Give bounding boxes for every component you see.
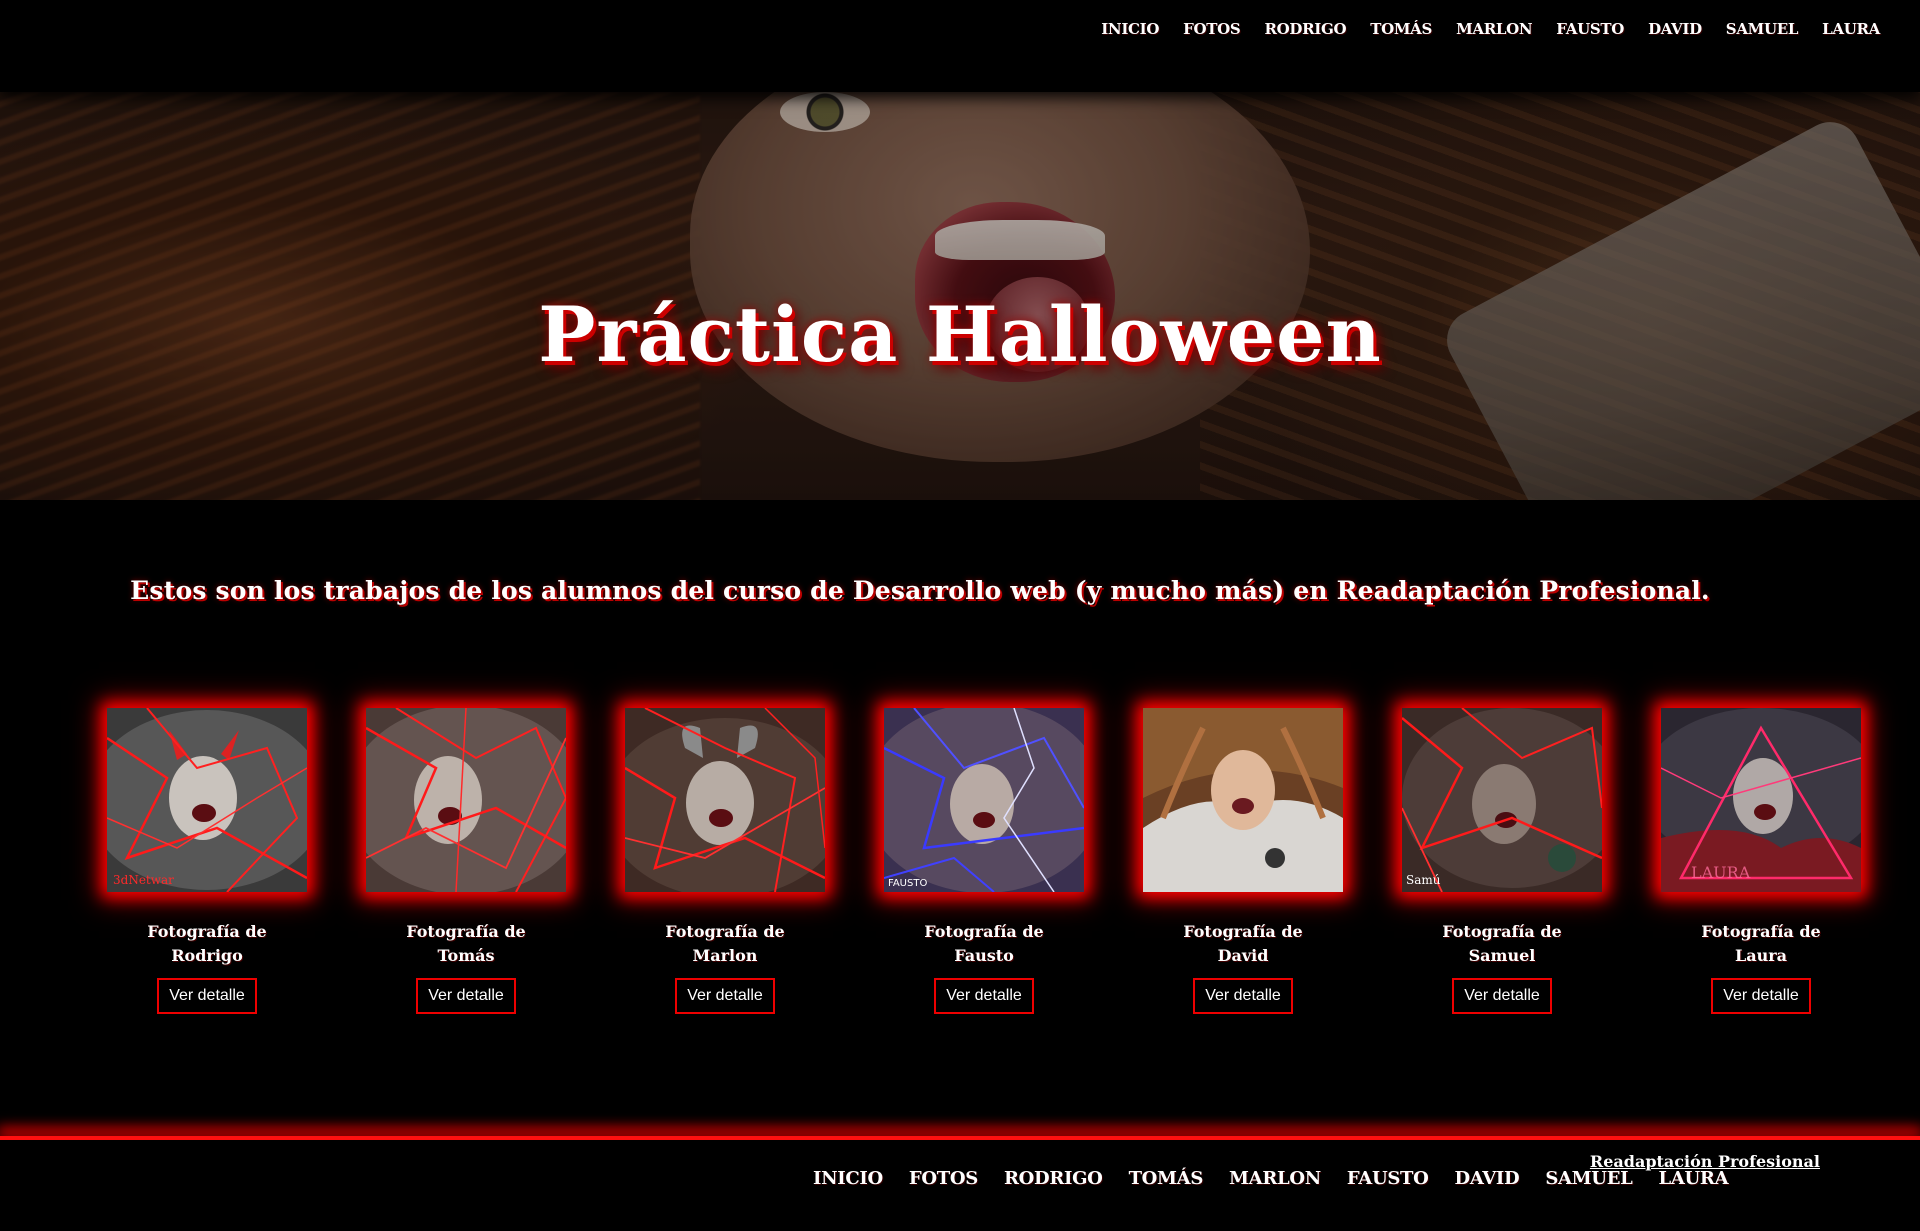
- gallery-card-tomas: Fotografía de Tomás Ver detalle: [366, 708, 566, 1014]
- nav-link-fotos[interactable]: Fotos: [1171, 18, 1252, 40]
- photo-caption-marlon: Fotografía de Marlon: [665, 922, 785, 965]
- view-detail-button-marlon[interactable]: Ver detalle: [675, 978, 775, 1014]
- footer-link-inicio[interactable]: Inicio: [800, 1168, 896, 1189]
- photo-caption-laura: Fotografía de Laura: [1701, 922, 1821, 965]
- photo-thumbnail-laura[interactable]: LAURA: [1661, 708, 1861, 892]
- photo-thumbnail-fausto[interactable]: FAUSTO: [884, 708, 1084, 892]
- photo-fausto-image: FAUSTO: [884, 708, 1084, 892]
- photo-caption-tomas: Fotografía de Tomás: [406, 922, 526, 965]
- view-detail-button-rodrigo[interactable]: Ver detalle: [157, 978, 257, 1014]
- footer-link-tomas[interactable]: Tomás: [1116, 1168, 1216, 1189]
- gallery-card-fausto: FAUSTO Fotografía de Fausto Ver detalle: [884, 708, 1084, 1014]
- gallery-card-rodrigo: 3dNetwar Fotografía de Rodrigo Ver detal…: [107, 708, 307, 1014]
- photo-watermark-laura: LAURA: [1691, 863, 1751, 882]
- photo-caption-samuel: Fotografía de Samuel: [1442, 922, 1562, 965]
- photo-watermark-samuel: Samú: [1406, 873, 1441, 887]
- nav-link-laura[interactable]: Laura: [1810, 18, 1892, 40]
- gallery-card-laura: LAURA Fotografía de Laura Ver detalle: [1661, 708, 1861, 1014]
- top-header: Inicio Fotos Rodrigo Tomás Marlon Fausto…: [0, 0, 1920, 92]
- photo-caption-fausto: Fotografía de Fausto: [924, 922, 1044, 965]
- gallery-card-marlon: Fotografía de Marlon Ver detalle: [625, 708, 825, 1014]
- view-detail-button-fausto[interactable]: Ver detalle: [934, 978, 1034, 1014]
- view-detail-button-laura[interactable]: Ver detalle: [1711, 978, 1811, 1014]
- photo-thumbnail-samuel[interactable]: Samú: [1402, 708, 1602, 892]
- photo-marlon-image: [625, 708, 825, 892]
- nav-link-samuel[interactable]: Samuel: [1714, 18, 1810, 40]
- top-nav: Inicio Fotos Rodrigo Tomás Marlon Fausto…: [1089, 18, 1892, 40]
- photo-laura-image: LAURA: [1661, 708, 1861, 892]
- footer-link-david[interactable]: David: [1442, 1168, 1533, 1189]
- photo-david-image: [1143, 708, 1343, 892]
- page-title: Práctica Halloween: [538, 290, 1382, 379]
- photo-watermark-fausto: FAUSTO: [888, 878, 927, 889]
- footer-link-fotos[interactable]: Fotos: [896, 1168, 991, 1189]
- photo-watermark-rodrigo: 3dNetwar: [113, 873, 174, 887]
- footer-nav: Inicio Fotos Rodrigo Tomás Marlon Fausto…: [800, 1168, 1741, 1189]
- photo-thumbnail-david[interactable]: [1143, 708, 1343, 892]
- nav-link-tomas[interactable]: Tomás: [1358, 18, 1444, 40]
- page-footer: Inicio Fotos Rodrigo Tomás Marlon Fausto…: [0, 1140, 1920, 1231]
- footer-link-fausto[interactable]: Fausto: [1334, 1168, 1442, 1189]
- photo-thumbnail-marlon[interactable]: [625, 708, 825, 892]
- nav-link-marlon[interactable]: Marlon: [1444, 18, 1544, 40]
- gallery-card-samuel: Samú Fotografía de Samuel Ver detalle: [1402, 708, 1602, 1014]
- photo-caption-rodrigo: Fotografía de Rodrigo: [147, 922, 267, 965]
- nav-link-david[interactable]: David: [1636, 18, 1714, 40]
- view-detail-button-david[interactable]: Ver detalle: [1193, 978, 1293, 1014]
- nav-link-rodrigo[interactable]: Rodrigo: [1252, 18, 1358, 40]
- nav-link-inicio[interactable]: Inicio: [1089, 18, 1171, 40]
- photo-tomas-image: [366, 708, 566, 892]
- photo-caption-david: Fotografía de David: [1183, 922, 1303, 965]
- photo-samuel-image: Samú: [1402, 708, 1602, 892]
- view-detail-button-samuel[interactable]: Ver detalle: [1452, 978, 1552, 1014]
- photo-rodrigo-image: 3dNetwar: [107, 708, 307, 892]
- footer-link-samuel[interactable]: Samuel: [1532, 1168, 1645, 1189]
- footer-link-marlon[interactable]: Marlon: [1216, 1168, 1334, 1189]
- photo-thumbnail-rodrigo[interactable]: 3dNetwar: [107, 708, 307, 892]
- footer-link-laura[interactable]: Laura: [1645, 1168, 1741, 1189]
- gallery-card-david: Fotografía de David Ver detalle: [1143, 708, 1343, 1014]
- footer-link-rodrigo[interactable]: Rodrigo: [991, 1168, 1116, 1189]
- nav-link-fausto[interactable]: Fausto: [1544, 18, 1636, 40]
- photo-thumbnail-tomas[interactable]: [366, 708, 566, 892]
- intro-text: Estos son los trabajos de los alumnos de…: [130, 576, 1710, 605]
- footer-credit-link[interactable]: Readaptación Profesional: [1590, 1152, 1820, 1171]
- view-detail-button-tomas[interactable]: Ver detalle: [416, 978, 516, 1014]
